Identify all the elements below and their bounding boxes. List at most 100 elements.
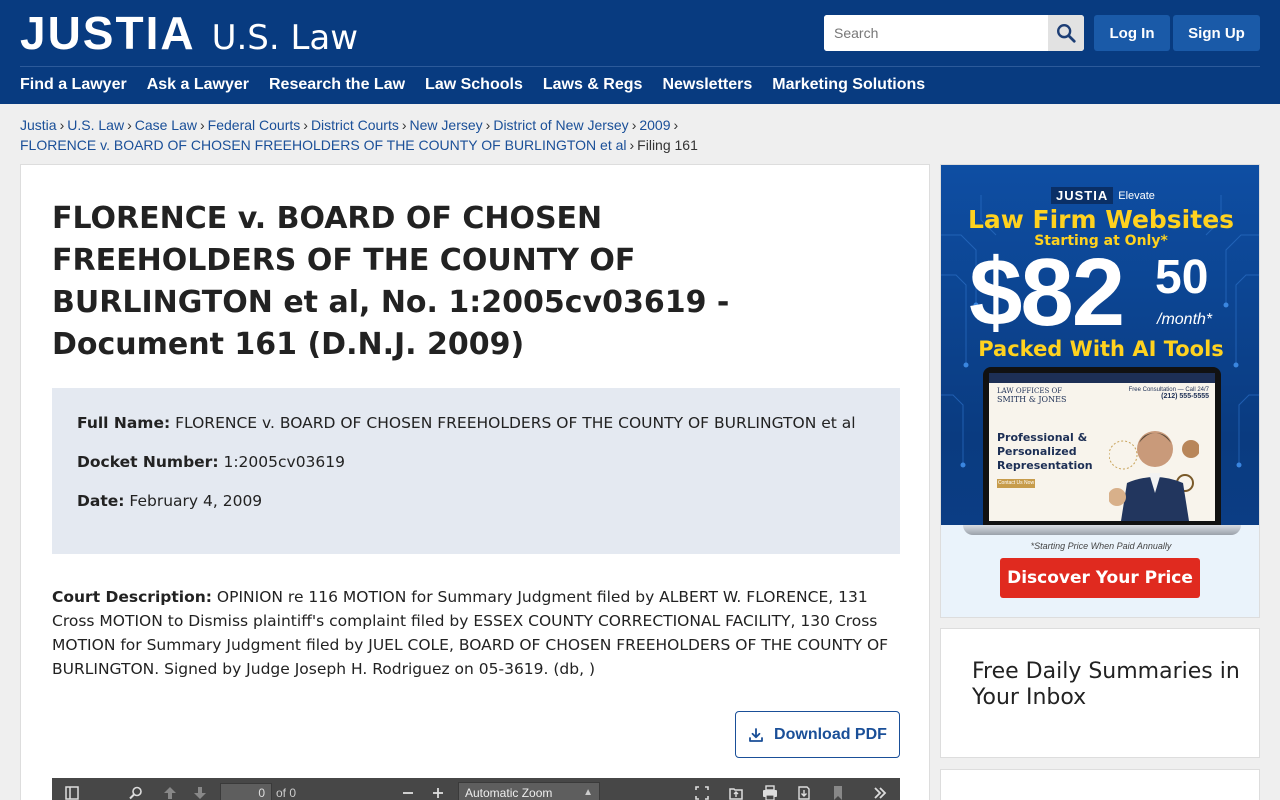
docket-label: Docket Number: xyxy=(77,453,219,471)
breadcrumb-link[interactable]: U.S. Law xyxy=(67,117,124,133)
mock-firm-big: SMITH & JONES xyxy=(997,395,1067,404)
zoom-select-value: Automatic Zoom xyxy=(465,786,553,800)
breadcrumb-separator: › xyxy=(401,117,407,133)
logo-main-text: JUSTIA xyxy=(20,7,196,59)
page-number-input[interactable]: 0 xyxy=(220,783,272,800)
date-row: Date: February 4, 2009 xyxy=(77,490,875,512)
breadcrumb-link[interactable]: Case Law xyxy=(135,117,197,133)
login-button[interactable]: Log In xyxy=(1094,15,1170,51)
nav-research-law[interactable]: Research the Law xyxy=(269,74,405,96)
ad-footnote: *Starting Price When Paid Annually xyxy=(1030,541,1172,551)
mock-headline: Professional & Personalized Representati… xyxy=(997,431,1093,472)
ad-headline: Law Firm Websites xyxy=(967,205,1235,234)
breadcrumb: Justia › U.S. Law › Case Law › Federal Courts ›… xyxy=(20,115,1020,155)
docket-row: Docket Number: 1:2005cv03619 xyxy=(77,451,875,473)
sidebar-advertisement[interactable]: JUSTIA Elevate Law Firm Websites Startin… xyxy=(940,164,1260,618)
ad-price: $82 xyxy=(969,243,1125,343)
next-page-icon[interactable] xyxy=(190,783,210,800)
full-name-label: Full Name: xyxy=(77,414,171,432)
breadcrumb-separator: › xyxy=(673,117,679,133)
breadcrumb-separator: › xyxy=(200,117,205,133)
pdf-viewer-toolbar: 0 of 0 Automatic Zoom ▲ xyxy=(52,778,900,800)
laptop-base xyxy=(963,525,1241,535)
ad-logo: JUSTIA Elevate xyxy=(1051,187,1155,204)
full-name-value: FLORENCE v. BOARD OF CHOSEN FREEHOLDERS … xyxy=(175,414,856,432)
justia-logo[interactable]: JUSTIA U.S. Law xyxy=(20,10,358,61)
breadcrumb-link[interactable]: Federal Courts xyxy=(208,117,301,133)
find-icon[interactable] xyxy=(126,783,146,800)
breadcrumb-link[interactable]: Justia xyxy=(20,117,57,133)
date-label: Date: xyxy=(77,492,125,510)
search-input[interactable] xyxy=(824,15,1048,51)
nav-find-lawyer[interactable]: Find a Lawyer xyxy=(20,74,127,96)
ad-logo-mark: JUSTIA xyxy=(1051,187,1114,204)
zoom-select[interactable]: Automatic Zoom ▲ xyxy=(458,782,600,800)
discover-price-button[interactable]: Discover Your Price xyxy=(1000,558,1200,598)
download-icon xyxy=(749,727,763,742)
breadcrumb-separator: › xyxy=(127,117,132,133)
breadcrumb-link[interactable]: FLORENCE v. BOARD OF CHOSEN FREEHOLDERS … xyxy=(20,137,627,153)
page-count: of 0 xyxy=(276,786,297,800)
mock-site-nav xyxy=(989,373,1215,383)
zoom-in-icon[interactable] xyxy=(428,783,448,800)
breadcrumb-separator: › xyxy=(629,137,635,153)
nav-ask-lawyer[interactable]: Ask a Lawyer xyxy=(147,74,249,96)
page-title: FLORENCE v. BOARD OF CHOSEN FREEHOLDERS … xyxy=(52,201,730,362)
breadcrumb-link[interactable]: New Jersey xyxy=(410,117,483,133)
print-icon[interactable] xyxy=(760,783,780,800)
download-pdf-label: Download PDF xyxy=(774,725,887,743)
breadcrumb-separator: › xyxy=(59,117,65,133)
ad-price-period: /month* xyxy=(1157,311,1213,328)
mock-contact-button: Contact Us Now xyxy=(997,479,1035,488)
court-description-label: Court Description: xyxy=(52,588,212,606)
attorney-photo xyxy=(1109,431,1199,521)
full-name-row: Full Name: FLORENCE v. BOARD OF CHOSEN F… xyxy=(77,412,875,434)
zoom-out-icon[interactable] xyxy=(398,783,418,800)
mock-phone-number: (212) 555-5555 xyxy=(1161,393,1209,400)
search-icon xyxy=(1057,24,1076,43)
laptop-illustration: LAW OFFICES OF SMITH & JONES Free Consult… xyxy=(963,367,1241,539)
save-file-icon[interactable] xyxy=(794,783,814,800)
main-content-card: FLORENCE v. BOARD OF CHOSEN FREEHOLDERS … xyxy=(20,164,930,800)
search-button[interactable] xyxy=(1048,15,1084,51)
nav-divider xyxy=(20,66,1260,67)
newsletter-title: Free Daily Summaries in Your Inbox xyxy=(972,659,1240,710)
open-file-icon[interactable] xyxy=(726,783,746,800)
bookmark-icon[interactable] xyxy=(828,783,848,800)
search-box xyxy=(824,15,1084,51)
previous-page-icon[interactable] xyxy=(160,783,180,800)
breadcrumb-link[interactable]: District Courts xyxy=(311,117,399,133)
download-pdf-button[interactable]: Download PDF xyxy=(735,711,900,758)
breadcrumb-link[interactable]: 2009 xyxy=(639,117,670,133)
mock-firm-name: LAW OFFICES OF SMITH & JONES xyxy=(997,387,1066,404)
nav-newsletters[interactable]: Newsletters xyxy=(662,74,752,96)
ad-tagline: Packed With AI Tools xyxy=(978,337,1224,361)
date-value: February 4, 2009 xyxy=(129,492,263,510)
newsletter-signup-box: Free Daily Summaries in Your Inbox xyxy=(940,628,1260,758)
docket-value: 1:2005cv03619 xyxy=(223,453,346,471)
logo-sub-text: U.S. Law xyxy=(211,18,359,58)
court-description: Court Description: OPINION re 116 MOTION… xyxy=(52,585,902,681)
mock-firm-small: LAW OFFICES OF xyxy=(997,387,1063,395)
nav-laws-regs[interactable]: Laws & Regs xyxy=(543,74,643,96)
sidebar-box xyxy=(940,769,1260,800)
mock-phone: Free Consultation — Call 24/7 (212) 555-5… xyxy=(1129,387,1209,400)
breadcrumb-separator: › xyxy=(631,117,637,133)
breadcrumb-separator: › xyxy=(303,117,308,133)
ad-logo-sub: Elevate xyxy=(1118,189,1155,202)
signup-button[interactable]: Sign Up xyxy=(1173,15,1260,51)
nav-law-schools[interactable]: Law Schools xyxy=(425,74,523,96)
breadcrumb-current: Filing 161 xyxy=(637,137,698,153)
presentation-mode-icon[interactable] xyxy=(692,783,712,800)
more-tools-icon[interactable] xyxy=(870,783,890,800)
site-header: JUSTIA U.S. Law Log In Sign Up Find a La… xyxy=(0,0,1280,104)
breadcrumb-link[interactable]: District of New Jersey xyxy=(493,117,628,133)
ad-price-cents: 50 xyxy=(1155,251,1209,304)
chevron-down-icon: ▲ xyxy=(583,787,593,798)
sidebar-toggle-icon[interactable] xyxy=(62,783,82,800)
case-metadata-box: Full Name: FLORENCE v. BOARD OF CHOSEN F… xyxy=(52,388,900,554)
laptop-screen: LAW OFFICES OF SMITH & JONES Free Consult… xyxy=(989,373,1215,521)
nav-marketing-solutions[interactable]: Marketing Solutions xyxy=(772,74,925,96)
breadcrumb-separator: › xyxy=(485,117,491,133)
main-nav: Find a Lawyer Ask a Lawyer Research the … xyxy=(20,74,945,96)
